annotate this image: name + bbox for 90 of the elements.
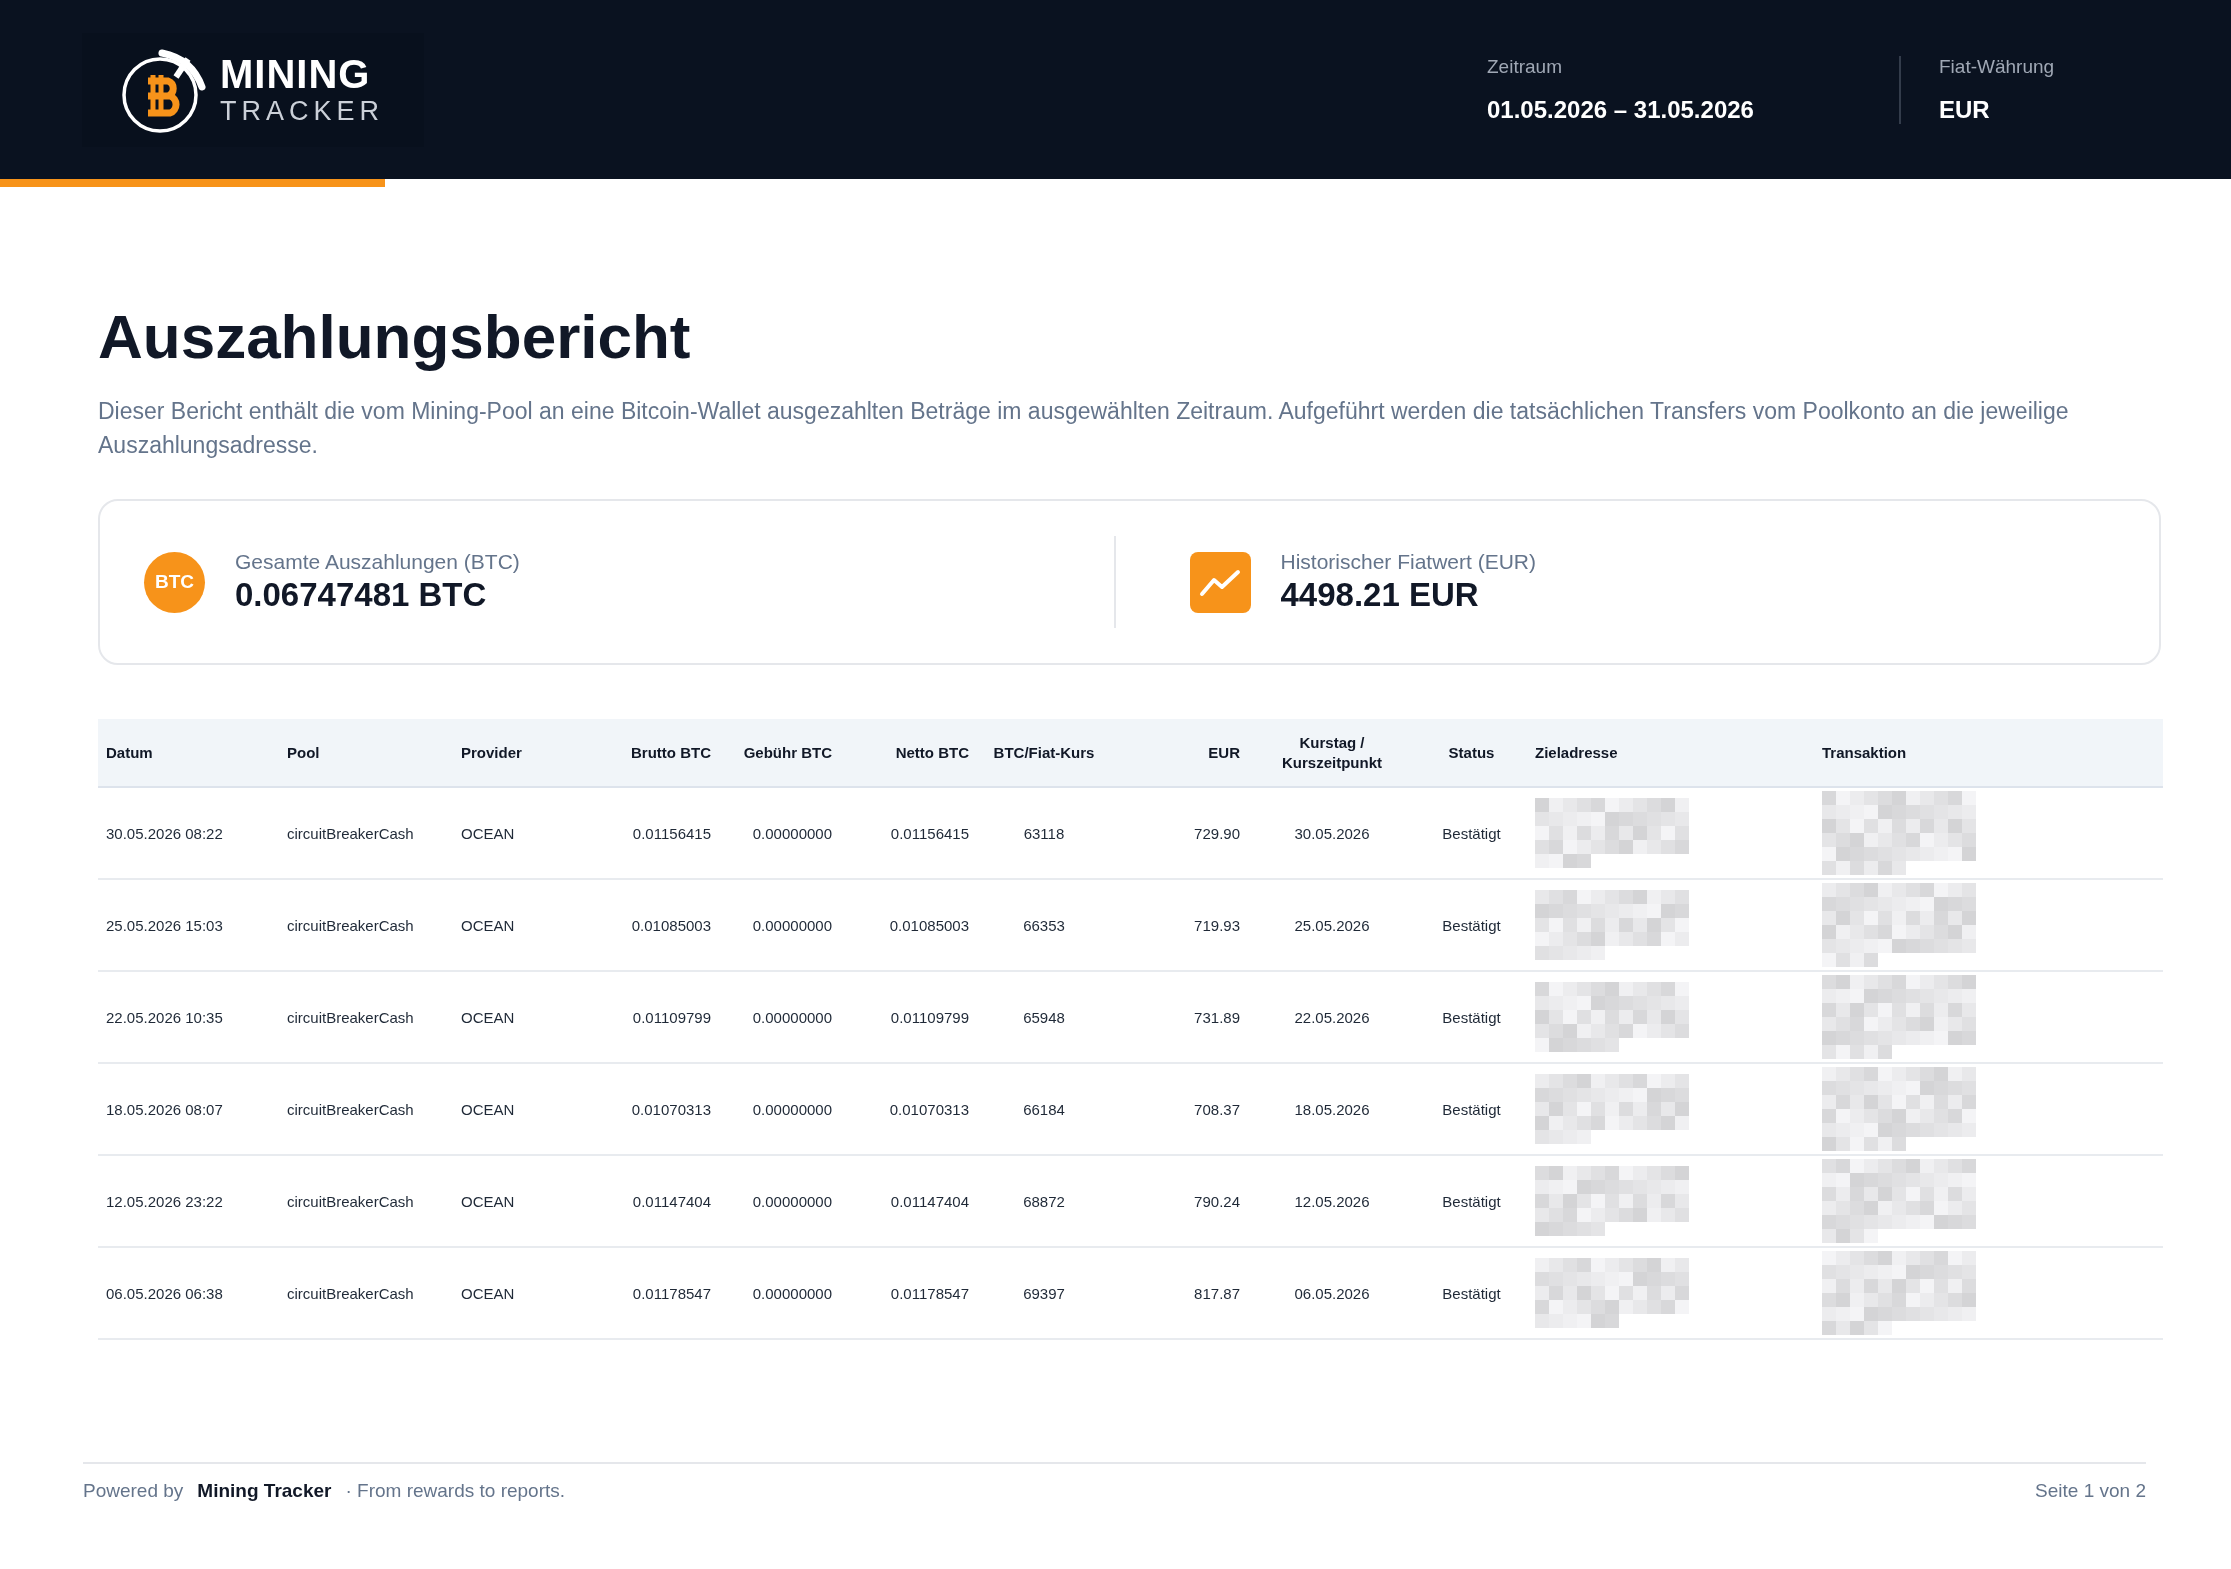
table-cell: circuitBreakerCash	[279, 1247, 453, 1339]
meta-label: Zeitraum	[1487, 55, 1563, 78]
table-cell: 0.00000000	[719, 787, 840, 879]
column-header: Status	[1416, 719, 1527, 787]
table-cell: 0.01070313	[622, 1063, 719, 1155]
column-header: Datum	[98, 719, 279, 787]
table-cell: 0.01156415	[622, 787, 719, 879]
table-cell: 18.05.2026 08:07	[98, 1063, 279, 1155]
footer-brand: Mining Tracker	[197, 1480, 332, 1502]
table-cell: 790.24	[1111, 1155, 1248, 1247]
footer-text: Powered by	[83, 1480, 184, 1502]
table-cell: Bestätigt	[1416, 971, 1527, 1063]
table-cell: 0.01178547	[622, 1247, 719, 1339]
table-cell: 729.90	[1111, 787, 1248, 879]
table-cell: 0.01156415	[840, 787, 977, 879]
column-header: Gebühr BTC	[719, 719, 840, 787]
table-cell: Bestätigt	[1416, 1155, 1527, 1247]
column-header: Netto BTC	[840, 719, 977, 787]
column-header: EUR	[1111, 719, 1248, 787]
table-cell: OCEAN	[453, 1063, 622, 1155]
table-cell: 0.01178547	[840, 1247, 977, 1339]
table-cell: OCEAN	[453, 971, 622, 1063]
summary-value: 0.06747481 BTC	[235, 576, 488, 614]
trend-chart-icon	[1189, 551, 1251, 613]
table-cell: OCEAN	[453, 1155, 622, 1247]
summary-label: Gesamte Auszahlungen (BTC)	[235, 550, 520, 574]
table-cell: 12.05.2026	[1248, 1155, 1416, 1247]
footer-tagline: · From rewards to reports.	[345, 1480, 566, 1502]
table-cell: 0.01109799	[622, 971, 719, 1063]
table-cell: OCEAN	[453, 879, 622, 971]
table-cell: 18.05.2026	[1248, 1063, 1416, 1155]
table-cell: circuitBreakerCash	[279, 787, 453, 879]
table-cell: circuitBreakerCash	[279, 1155, 453, 1247]
table-cell: 22.05.2026 10:35	[98, 971, 279, 1063]
column-header: BTC/Fiat-Kurs	[977, 719, 1111, 787]
table-cell: 0.01109799	[840, 971, 977, 1063]
column-header: Pool	[279, 719, 453, 787]
table-cell: 30.05.2026	[1248, 787, 1416, 879]
table-cell: 0.00000000	[719, 1063, 840, 1155]
table-cell: circuitBreakerCash	[279, 879, 453, 971]
meta-label: Fiat-Währung	[1939, 55, 2056, 78]
table-cell: circuitBreakerCash	[279, 1063, 453, 1155]
table-cell: 66184	[977, 1063, 1111, 1155]
table-cell: 30.05.2026 08:22	[98, 787, 279, 879]
table-cell: Bestätigt	[1416, 879, 1527, 971]
column-header: Provider	[453, 719, 622, 787]
logo-text: MINING	[220, 54, 372, 94]
table-cell: 719.93	[1111, 879, 1248, 971]
column-header: Kurstag / Kurszeitpunkt	[1248, 719, 1416, 787]
table-cell: 06.05.2026	[1248, 1247, 1416, 1339]
table-cell: 22.05.2026	[1248, 971, 1416, 1063]
table-cell: 0.00000000	[719, 1155, 840, 1247]
table-cell: 12.05.2026 23:22	[98, 1155, 279, 1247]
table-cell: OCEAN	[453, 1247, 622, 1339]
logo-text: TRACKER	[220, 98, 384, 125]
table-cell: 68872	[977, 1155, 1111, 1247]
report-description: Dieser Bericht enthält die vom Mining-Pool an eine Bitcoin-Wallet ausgezahlten Beträge im ausgewählten Zeitraum. Aufgeführt werden die tatsächlichen Transfers vom Poolkonto an die jeweilige Auszahlungsadresse.	[98, 397, 2070, 460]
table-cell: 0.00000000	[719, 971, 840, 1063]
table-cell: 0.00000000	[719, 1247, 840, 1339]
table-cell: 0.01085003	[622, 879, 719, 971]
table-cell: circuitBreakerCash	[279, 971, 453, 1063]
table-cell: 0.00000000	[719, 879, 840, 971]
column-header: Zieladresse	[1527, 719, 1814, 787]
column-header: Brutto BTC	[622, 719, 719, 787]
table-cell: Bestätigt	[1416, 1247, 1527, 1339]
summary-value: 4498.21 EUR	[1280, 576, 1480, 614]
meta-value: EUR	[1939, 95, 1991, 124]
table-cell: 0.01085003	[840, 879, 977, 971]
table-cell: Bestätigt	[1416, 1063, 1527, 1155]
table-cell: 731.89	[1111, 971, 1248, 1063]
table-cell: 0.01147404	[840, 1155, 977, 1247]
table-cell: 69397	[977, 1247, 1111, 1339]
table-cell: 66353	[977, 879, 1111, 971]
table-cell: 06.05.2026 06:38	[98, 1247, 279, 1339]
table-cell: 0.01147404	[622, 1155, 719, 1247]
report-title: Auszahlungsbericht	[98, 301, 692, 372]
table-cell: 25.05.2026 15:03	[98, 879, 279, 971]
table-cell: 708.37	[1111, 1063, 1248, 1155]
table-cell: 817.87	[1111, 1247, 1248, 1339]
page-number: Seite 1 von 2	[2035, 1480, 2146, 1502]
table-cell: Bestätigt	[1416, 787, 1527, 879]
table-cell: OCEAN	[453, 787, 622, 879]
table-cell: 25.05.2026	[1248, 879, 1416, 971]
column-header: Transaktion	[1814, 719, 2163, 787]
meta-value: 01.05.2026 – 31.05.2026	[1487, 95, 1755, 124]
table-cell: 65948	[977, 971, 1111, 1063]
summary-label: Historischer Fiatwert (EUR)	[1280, 550, 1537, 574]
table-cell: 0.01070313	[840, 1063, 977, 1155]
btc-badge: BTC	[144, 551, 205, 613]
table-cell: 63118	[977, 787, 1111, 879]
